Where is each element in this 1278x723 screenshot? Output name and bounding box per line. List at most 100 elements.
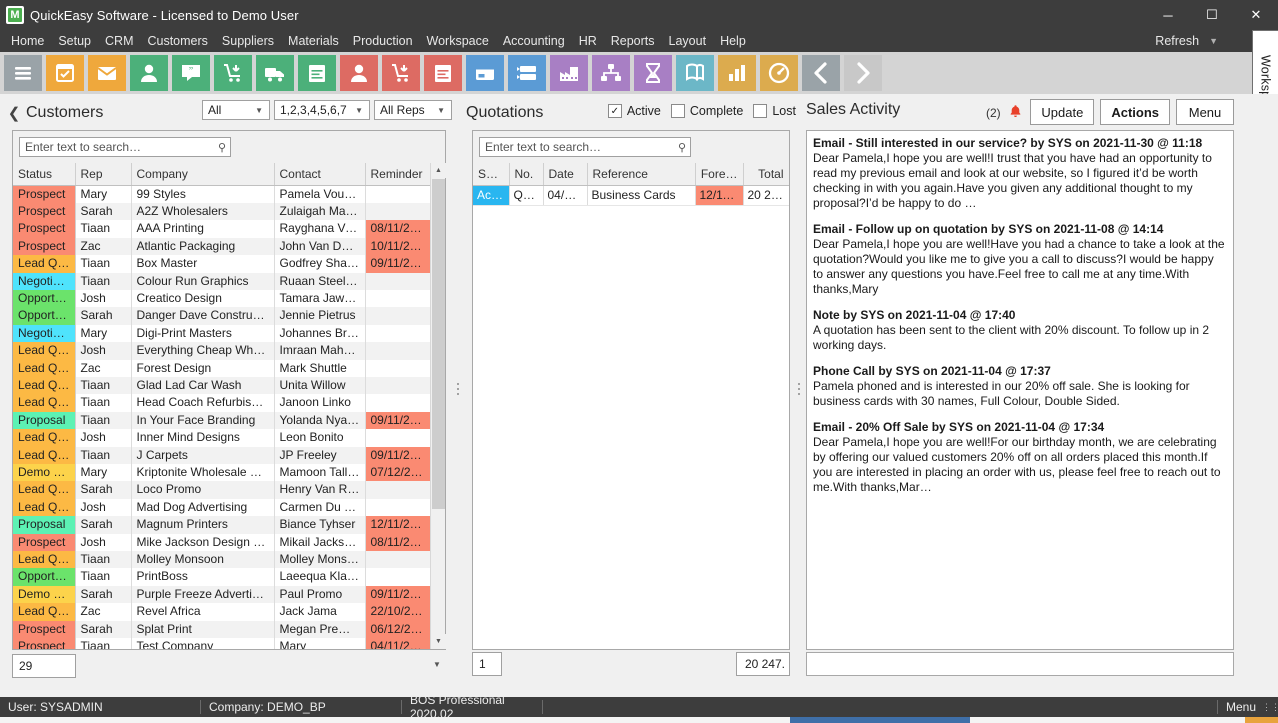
activity-entry[interactable]: Email - Follow up on quotation by SYS on… xyxy=(813,222,1227,297)
activity-entry[interactable]: Note by SYS on 2021-11-04 @ 17:40 A quota… xyxy=(813,308,1227,353)
table-row[interactable]: Negotiati… Tiaan Colour Run Graphics Ruaan … xyxy=(13,272,430,290)
bar-chart-icon[interactable] xyxy=(718,55,756,91)
quotation-column-0[interactable]: S… xyxy=(473,163,510,186)
quotation-row[interactable]: Ac…QT …04/1…Business Cards12/11/…20 247… xyxy=(473,185,789,206)
numbers-filter[interactable]: 1,2,3,4,5,6,7 ▼ xyxy=(274,100,370,120)
back-arrow-icon[interactable] xyxy=(802,55,840,91)
forward-arrow-icon[interactable] xyxy=(844,55,882,91)
table-row[interactable]: Prospect Tiaan Test Company Mary 04/11/2021 xyxy=(13,638,430,649)
menu-item-help[interactable]: Help xyxy=(713,32,753,50)
complete-checkbox[interactable]: Complete xyxy=(670,104,743,118)
quotation-column-2[interactable]: Date xyxy=(543,163,588,186)
table-row[interactable]: Prospect Tiaan AAA Printing Rayghana Vy… 08/… xyxy=(13,220,430,238)
menu-item-setup[interactable]: Setup xyxy=(51,32,98,50)
dashboard-gauge-icon[interactable] xyxy=(760,55,798,91)
scroll-down-icon[interactable]: ▼ xyxy=(431,634,446,649)
status-filter[interactable]: All ▼ xyxy=(202,100,270,120)
table-row[interactable]: Lead Qua…TiaanMolley MonsoonMolley Monso… xyxy=(13,551,430,569)
menu-item-crm[interactable]: CRM xyxy=(98,32,140,50)
quote-speech-icon[interactable]: ” xyxy=(172,55,210,91)
chevron-left-icon[interactable]: ❮ xyxy=(6,103,22,123)
activity-entry[interactable]: Phone Call by SYS on 2021-11-04 @ 17:37 P… xyxy=(813,364,1227,409)
splitter-quotations-activity[interactable] xyxy=(795,374,803,404)
workflow-tree-icon[interactable] xyxy=(592,55,630,91)
chevron-down-icon[interactable]: ▼ xyxy=(1209,36,1218,46)
table-row[interactable]: Lead Qua…TiaanGlad Lad Car WashUnita Wil… xyxy=(13,376,430,395)
table-row[interactable]: Lead Qua…JoshInner Mind DesignsLeon Boni… xyxy=(13,429,430,447)
update-button[interactable]: Update xyxy=(1030,99,1095,125)
stock-card-icon[interactable] xyxy=(466,55,504,91)
menu-item-production[interactable]: Production xyxy=(346,32,420,50)
table-row[interactable]: Negotiati… Mary Digi-Print Masters Johannes… xyxy=(13,324,430,343)
minimize-icon[interactable]: ─ xyxy=(1146,0,1190,30)
menu-item-workspace[interactable]: Workspace xyxy=(420,32,496,50)
lost-checkbox-box[interactable] xyxy=(753,104,768,118)
customers-footer-dropdown-icon[interactable]: ▼ xyxy=(428,652,446,676)
table-row[interactable]: Prospect Zac Atlantic Packaging John Van De… xyxy=(13,237,430,256)
table-row[interactable]: Prospect Josh Mike Jackson Design CC Mikail… xyxy=(13,533,430,552)
bell-icon[interactable] xyxy=(1009,104,1022,121)
customer-count-field[interactable]: 29 xyxy=(12,654,76,678)
table-row[interactable]: Lead Qua…ZacRevel AfricaJack Jama22/10/2… xyxy=(13,603,430,621)
active-checkbox[interactable]: ✓ Active xyxy=(607,104,661,118)
hourglass-icon[interactable] xyxy=(634,55,672,91)
chevron-down-icon[interactable]: ▼ xyxy=(251,106,267,115)
table-row[interactable]: Proposal Sarah Magnum Printers Biance Tyhse… xyxy=(13,516,430,534)
job-card-icon[interactable] xyxy=(508,55,546,91)
table-row[interactable]: Lead Qua…JoshMad Dog AdvertisingCarmen D… xyxy=(13,498,430,517)
table-row[interactable]: Opportun… Sarah Danger Dave Constructio… Je… xyxy=(13,307,430,325)
sales-invoice-icon[interactable] xyxy=(298,55,336,91)
status-menu-button[interactable]: Menu xyxy=(1218,697,1264,717)
chevron-down-icon[interactable]: ▼ xyxy=(433,106,449,115)
column-header-reminder[interactable]: Reminder xyxy=(365,163,430,186)
table-row[interactable]: Opportun… Josh Creatico Design Tamara Jawal… xyxy=(13,289,430,308)
delivery-truck-icon[interactable] xyxy=(256,55,294,91)
menu-hamburger-icon[interactable] xyxy=(4,55,42,91)
column-header-status[interactable]: Status xyxy=(13,163,76,186)
column-header-contact[interactable]: Contact xyxy=(274,163,366,186)
maximize-icon[interactable]: ☐ xyxy=(1190,0,1234,30)
purchase-invoice-icon[interactable] xyxy=(424,55,462,91)
quotation-column-5[interactable]: Total xyxy=(743,163,789,186)
calendar-check-icon[interactable] xyxy=(46,55,84,91)
actions-button[interactable]: Actions xyxy=(1100,99,1170,125)
menu-item-customers[interactable]: Customers xyxy=(140,32,214,50)
close-icon[interactable]: ✕ xyxy=(1234,0,1278,30)
resize-grip-icon[interactable]: ⋮⋮ xyxy=(1262,697,1278,717)
sales-order-cart-icon[interactable] xyxy=(214,55,252,91)
menu-item-layout[interactable]: Layout xyxy=(662,32,714,50)
menu-item-materials[interactable]: Materials xyxy=(281,32,346,50)
splitter-customers-quotations[interactable] xyxy=(454,374,462,404)
supplier-person-icon[interactable] xyxy=(340,55,378,91)
purchase-cart-icon[interactable] xyxy=(382,55,420,91)
active-checkbox-box[interactable]: ✓ xyxy=(607,104,622,118)
menu-item-accounting[interactable]: Accounting xyxy=(496,32,572,50)
email-envelope-icon[interactable] xyxy=(88,55,126,91)
factory-icon[interactable] xyxy=(550,55,588,91)
table-row[interactable]: Lead Qua…TiaanBox MasterGodfrey Shakkie0… xyxy=(13,255,430,273)
table-row[interactable]: Proposal Tiaan In Your Face Branding Yoland… xyxy=(13,411,430,430)
quotation-column-1[interactable]: No. xyxy=(509,163,544,186)
scroll-up-icon[interactable]: ▲ xyxy=(431,163,446,178)
menu-item-reports[interactable]: Reports xyxy=(604,32,662,50)
menu-item-hr[interactable]: HR xyxy=(572,32,604,50)
sales-activity-list[interactable]: Email - Still interested in our service?… xyxy=(806,130,1234,650)
search-input[interactable]: Enter text to search… ⚲ xyxy=(19,137,231,157)
table-row[interactable]: Lead Qua…ZacForest DesignMark Shuttle xyxy=(13,359,430,377)
menu-button[interactable]: Menu xyxy=(1176,99,1234,125)
activity-entry[interactable]: Email - 20% Off Sale by SYS on 2021-11-0… xyxy=(813,420,1227,495)
refresh-control[interactable]: Refresh ▼ xyxy=(1155,30,1218,52)
column-header-company[interactable]: Company xyxy=(131,163,275,186)
table-row[interactable]: Lead Qua…JoshEverything Cheap Whole…Imra… xyxy=(13,342,430,360)
customer-person-icon[interactable] xyxy=(130,55,168,91)
table-row[interactable]: Demo or … Sarah Purple Freeze Advertising P… xyxy=(13,585,430,604)
scrollbar-thumb[interactable] xyxy=(432,179,445,509)
quotation-page-field[interactable]: 1 xyxy=(472,652,502,676)
customers-scrollbar[interactable]: ▲ ▼ xyxy=(430,163,446,649)
chevron-down-icon[interactable]: ▼ xyxy=(351,106,367,115)
lost-checkbox[interactable]: Lost xyxy=(753,104,796,118)
column-header-rep[interactable]: Rep xyxy=(75,163,132,186)
table-row[interactable]: Lead Qua…TiaanJ CarpetsJP Freeley09/11/2… xyxy=(13,446,430,464)
quotation-column-4[interactable]: Fore… xyxy=(695,163,744,186)
quotations-search-input[interactable]: Enter text to search… ⚲ xyxy=(479,137,691,157)
